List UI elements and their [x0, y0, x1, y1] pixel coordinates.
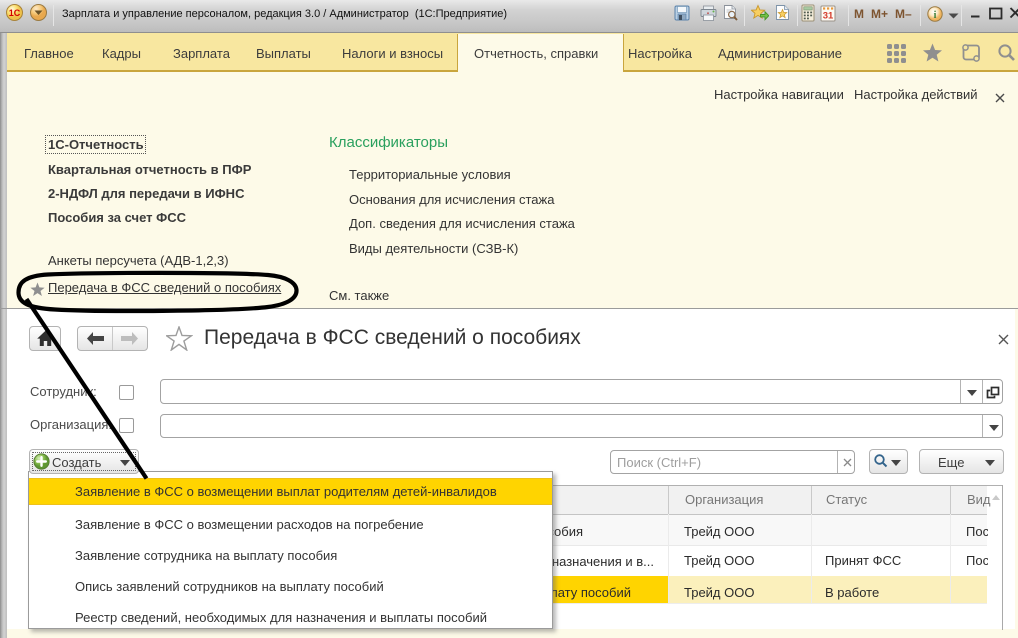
- svg-text:i: i: [934, 10, 937, 21]
- svg-text:1С: 1С: [9, 8, 21, 18]
- svg-text:31: 31: [823, 11, 834, 22]
